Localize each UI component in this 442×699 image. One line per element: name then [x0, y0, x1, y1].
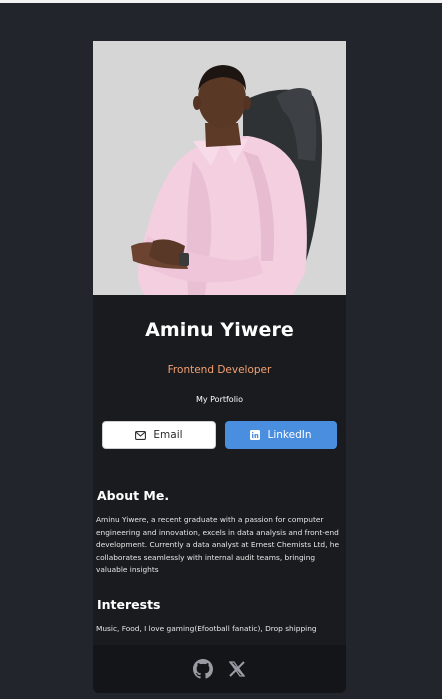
portfolio-link[interactable]: My Portfolio: [93, 395, 346, 404]
social-footer: [93, 645, 346, 693]
mail-icon: [135, 430, 147, 440]
x-twitter-icon[interactable]: [227, 659, 247, 679]
linkedin-button-label: LinkedIn: [267, 429, 312, 441]
top-bar: [0, 0, 442, 3]
interests-text: Music, Food, I love gaming(Efootball fan…: [96, 624, 317, 633]
email-button-label: Email: [153, 429, 183, 441]
about-text: Aminu Yiwere, a recent graduate with a p…: [96, 515, 340, 574]
github-icon[interactable]: [192, 659, 213, 679]
profile-photo: [93, 41, 346, 295]
profile-card: Aminu Yiwere Frontend Developer My Portf…: [93, 41, 346, 693]
linkedin-button[interactable]: LinkedIn: [225, 421, 337, 449]
profile-role: Frontend Developer: [167, 364, 272, 376]
email-button[interactable]: Email: [102, 421, 216, 449]
profile-name: Aminu Yiwere: [145, 319, 294, 341]
linkedin-icon: [250, 430, 261, 440]
about-heading: About Me.: [97, 488, 170, 503]
interests-heading: Interests: [97, 597, 161, 612]
